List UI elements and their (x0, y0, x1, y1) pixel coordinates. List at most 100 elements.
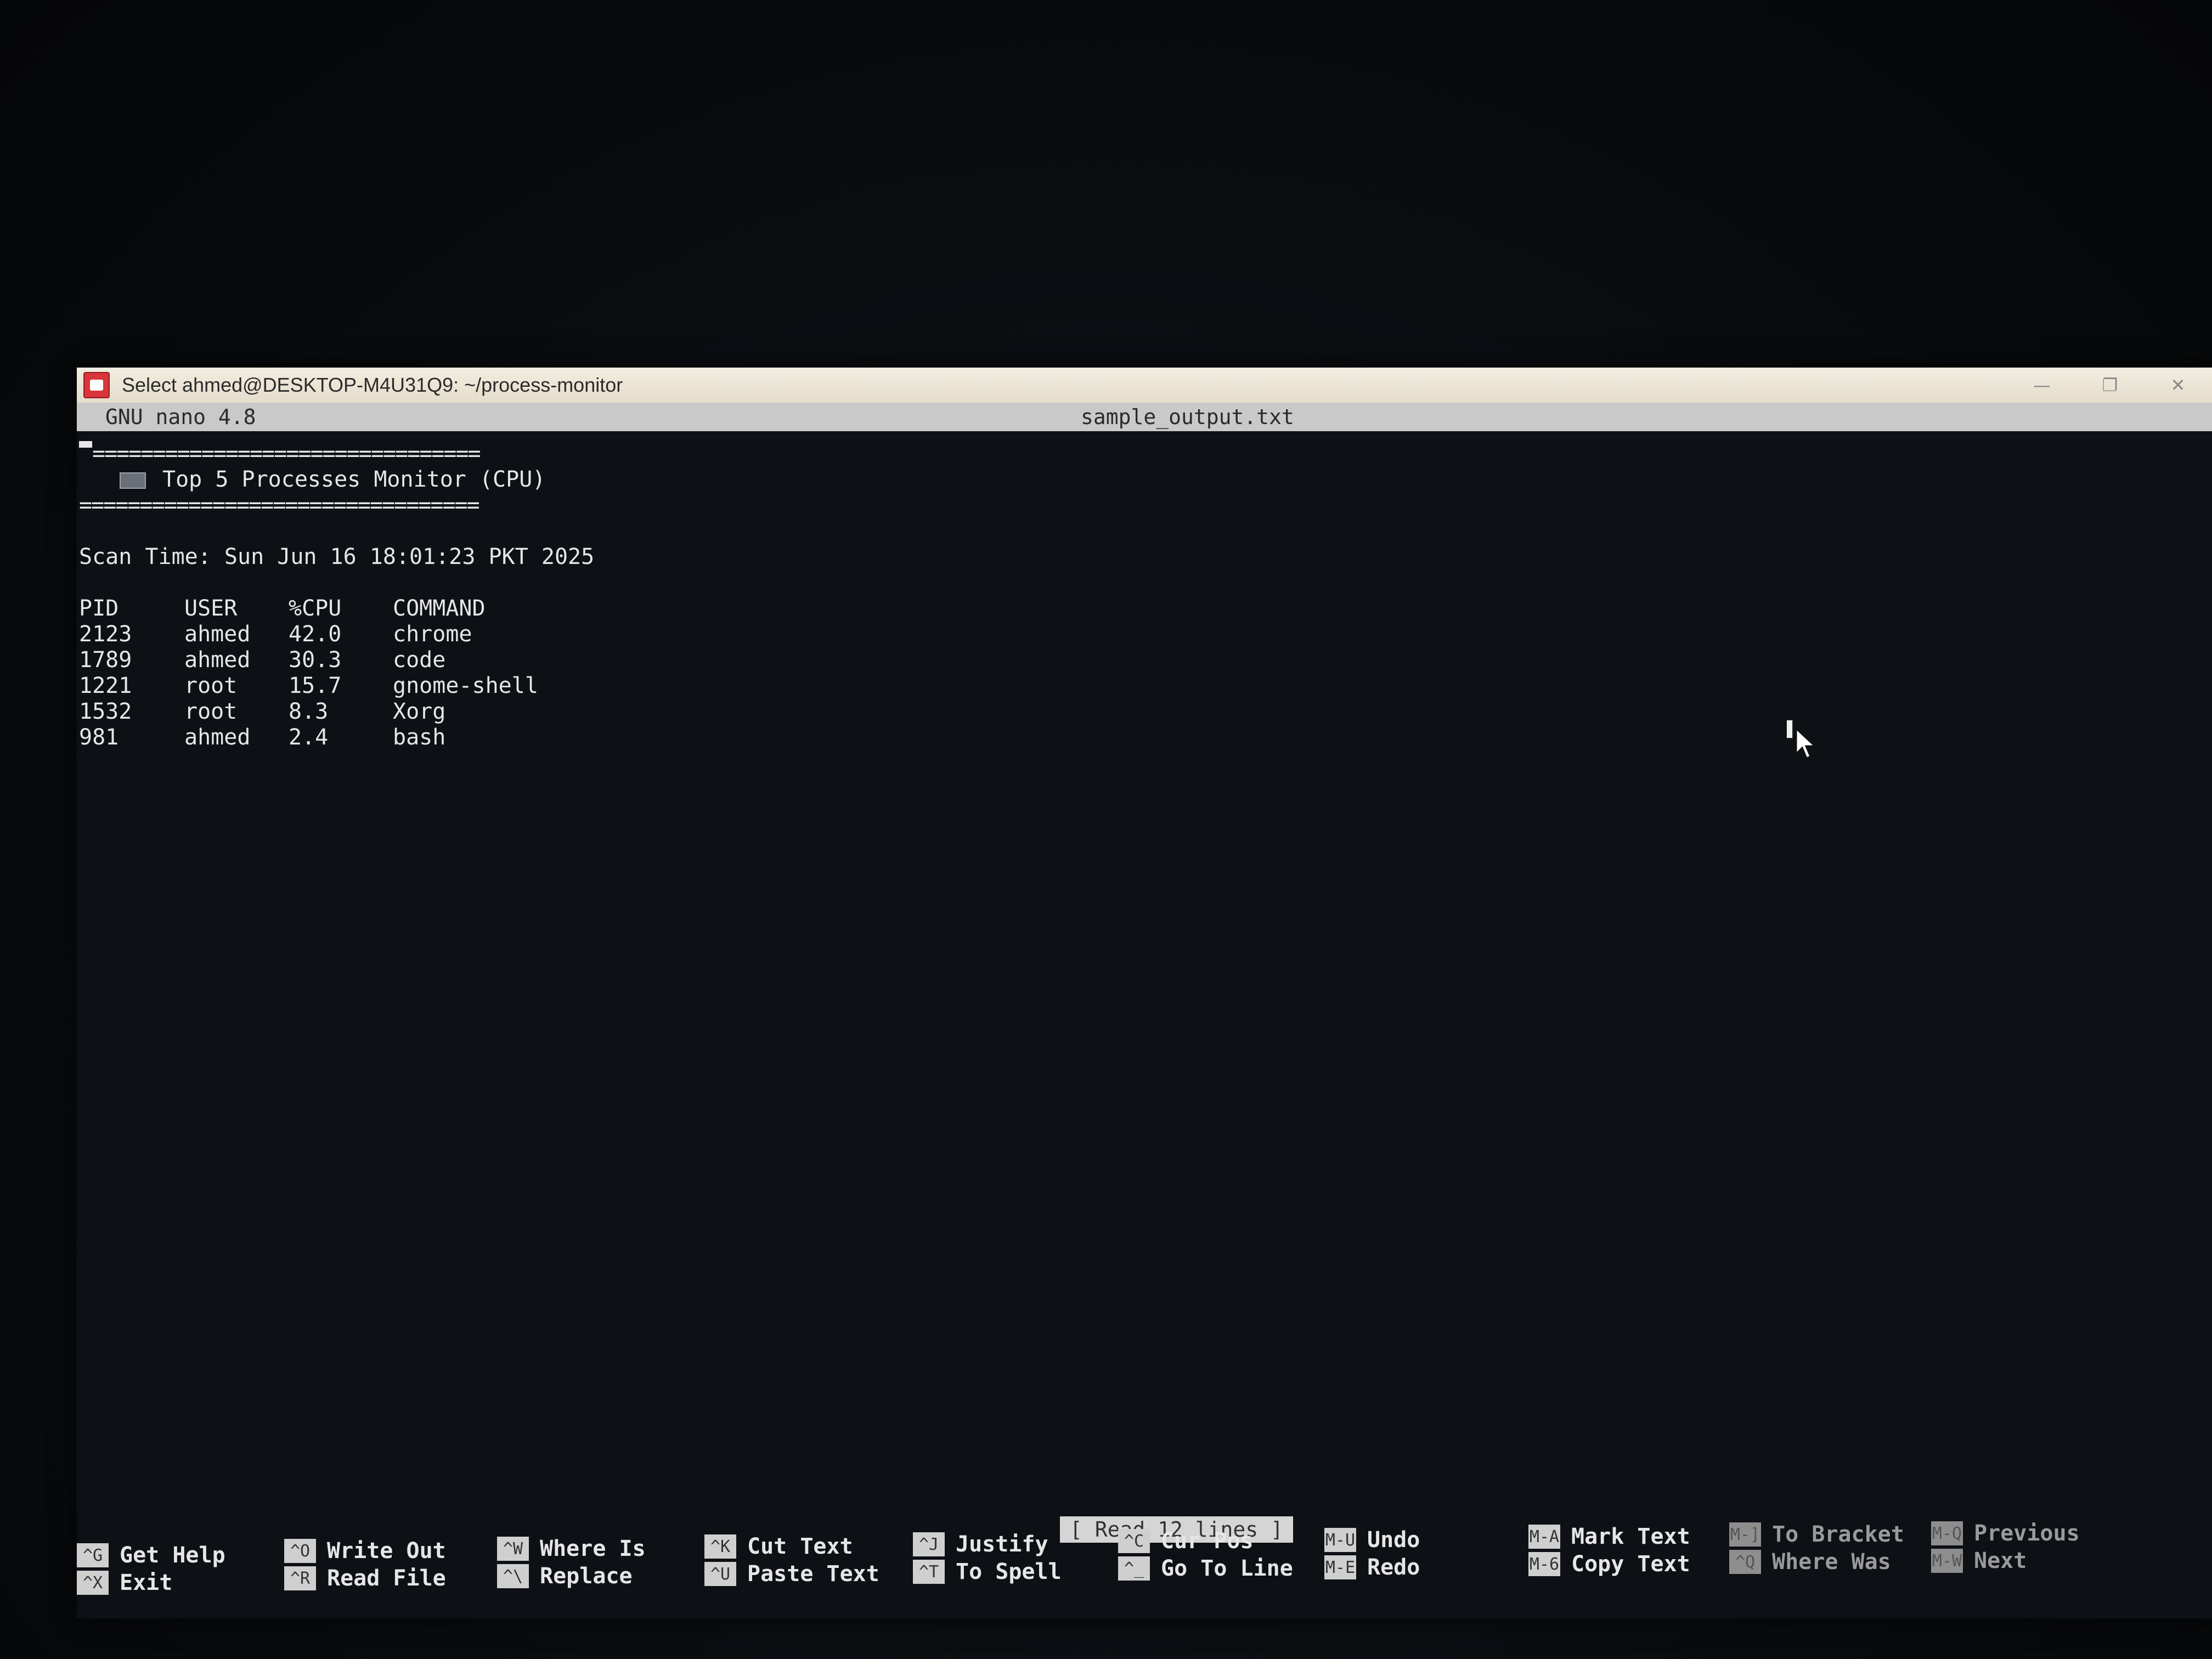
cell-pid: 1221 (79, 673, 132, 698)
shortcut-label: Cur Pos (1161, 1528, 1254, 1554)
cell-user: root (184, 673, 238, 698)
cell-cpu: 8.3 (289, 699, 329, 724)
cell-command: chrome (393, 622, 472, 647)
shortcut-label: Undo (1367, 1527, 1420, 1553)
cell-user: ahmed (184, 647, 251, 673)
table-row: 1789 ahmed 30.3 code (79, 647, 2208, 673)
shortcut-where-is[interactable]: ^W Where Is (497, 1535, 646, 1562)
key-hint: M-6 (1528, 1552, 1560, 1576)
shortcut-read-file[interactable]: ^R Read File (284, 1565, 446, 1592)
shortcut-go-to-line[interactable]: ^_ Go To Line (1118, 1555, 1293, 1582)
close-button[interactable]: ✕ (2144, 368, 2212, 403)
cell-command: bash (393, 725, 446, 750)
text-cursor (79, 441, 92, 448)
key-hint: M-] (1729, 1522, 1761, 1547)
separator-line: ================================= (79, 493, 480, 518)
shortcut-bar: ^G Get Help ^X Exit ^O Write Out ^R Read Fil… (77, 1521, 2212, 1613)
cell-user: root (184, 699, 238, 724)
key-hint: ^O (284, 1539, 316, 1563)
shortcut-write-out[interactable]: ^O Write Out (284, 1537, 446, 1565)
key-hint: ^R (284, 1566, 316, 1590)
key-hint: M-Q (1931, 1521, 1963, 1545)
shortcut-redo[interactable]: M-E Redo (1324, 1554, 1420, 1581)
heading-text: Top 5 Processes Monitor (CPU) (162, 467, 546, 492)
shortcut-previous[interactable]: M-Q Previous (1931, 1520, 2080, 1547)
cell-pid: 1532 (79, 699, 132, 724)
key-hint: M-E (1324, 1555, 1356, 1579)
shortcut-justify[interactable]: ^J Justify (913, 1531, 1048, 1558)
cell-command: code (393, 647, 446, 673)
key-hint: ^W (497, 1537, 529, 1561)
nano-header-bar: GNU nano 4.8 sample_output.txt (77, 403, 2212, 431)
column-header-user: USER (184, 596, 238, 621)
key-hint: M-U (1324, 1528, 1356, 1552)
shortcut-mark-text[interactable]: M-A Mark Text (1528, 1523, 1690, 1550)
shortcut-label: Where Is (540, 1536, 646, 1561)
separator-line: ================================ (79, 441, 2208, 467)
shortcut-label: To Spell (956, 1559, 1062, 1584)
shortcut-undo[interactable]: M-U Undo (1324, 1526, 1420, 1554)
window-title: Select ahmed@DESKTOP-M4U31Q9: ~/process-… (122, 374, 623, 396)
key-hint: ^\ (497, 1564, 529, 1588)
column-header-cpu: %CPU (289, 596, 342, 621)
editor-area[interactable]: ================================ Top 5 P… (79, 441, 2208, 751)
minimize-button[interactable]: — (2008, 368, 2076, 403)
cell-pid: 1789 (79, 647, 132, 673)
shortcut-label: Mark Text (1571, 1524, 1690, 1549)
cell-cpu: 42.0 (289, 622, 342, 647)
key-hint: ^T (913, 1560, 945, 1584)
shortcut-where-was[interactable]: ^Q Where Was (1729, 1548, 1891, 1576)
cell-command: gnome-shell (393, 673, 538, 698)
shortcut-label: Paste Text (747, 1561, 879, 1587)
shortcut-label: Previous (1974, 1521, 2080, 1546)
shortcut-cut-text[interactable]: ^K Cut Text (704, 1533, 853, 1560)
shortcut-label: Go To Line (1161, 1556, 1293, 1581)
shortcut-next[interactable]: M-W Next (1931, 1547, 2027, 1575)
cell-command: Xorg (393, 699, 446, 724)
cell-pid: 2123 (79, 622, 132, 647)
shortcut-label: Cut Text (747, 1534, 853, 1559)
shortcut-label: Replace (540, 1564, 633, 1589)
title-bar[interactable]: Select ahmed@DESKTOP-M4U31Q9: ~/process-… (77, 368, 2212, 403)
shortcut-get-help[interactable]: ^G Get Help (77, 1542, 225, 1569)
shortcut-label: Copy Text (1571, 1551, 1690, 1577)
shortcut-replace[interactable]: ^\ Replace (497, 1562, 633, 1590)
shortcut-label: Get Help (120, 1543, 225, 1568)
shortcut-to-bracket[interactable]: M-] To Bracket (1729, 1521, 1904, 1548)
key-hint: ^X (77, 1571, 109, 1595)
cell-pid: 981 (79, 725, 119, 750)
heading-line: Top 5 Processes Monitor (CPU) (79, 467, 2208, 493)
scan-time: Scan Time: Sun Jun 16 18:01:23 PKT 2025 (79, 544, 595, 569)
shortcut-label: Next (1974, 1548, 2027, 1573)
key-hint: ^J (913, 1532, 945, 1556)
key-hint: ^G (77, 1543, 109, 1567)
table-row: 1221 root 15.7 gnome-shell (79, 673, 2208, 699)
chart-emoji-icon (120, 472, 146, 489)
key-hint: ^_ (1118, 1556, 1150, 1581)
key-hint: ^Q (1729, 1550, 1761, 1574)
shortcut-cur-pos[interactable]: ^C Cur Pos (1118, 1527, 1254, 1555)
shortcut-exit[interactable]: ^X Exit (77, 1569, 172, 1596)
key-hint: M-A (1528, 1525, 1560, 1549)
shortcut-paste-text[interactable]: ^U Paste Text (704, 1560, 879, 1588)
shortcut-label: Where Was (1772, 1549, 1891, 1575)
shortcut-label: To Bracket (1772, 1522, 1904, 1547)
shortcut-label: Redo (1367, 1555, 1420, 1580)
key-hint: ^U (704, 1562, 736, 1586)
shortcut-copy-text[interactable]: M-6 Copy Text (1528, 1550, 1690, 1578)
terminal-app-icon (83, 372, 110, 398)
mouse-pointer-icon (1786, 719, 1817, 759)
window-controls: — ❐ ✕ (2008, 368, 2212, 403)
cell-user: ahmed (184, 622, 251, 647)
cell-cpu: 30.3 (289, 647, 342, 673)
key-hint: ^K (704, 1534, 736, 1559)
shortcut-label: Exit (120, 1570, 173, 1595)
shortcut-label: Write Out (327, 1538, 446, 1564)
shortcut-label: Read File (327, 1566, 446, 1591)
cell-cpu: 2.4 (289, 725, 329, 750)
maximize-button[interactable]: ❐ (2076, 368, 2144, 403)
shortcut-to-spell[interactable]: ^T To Spell (913, 1558, 1062, 1585)
key-hint: M-W (1931, 1549, 1963, 1573)
